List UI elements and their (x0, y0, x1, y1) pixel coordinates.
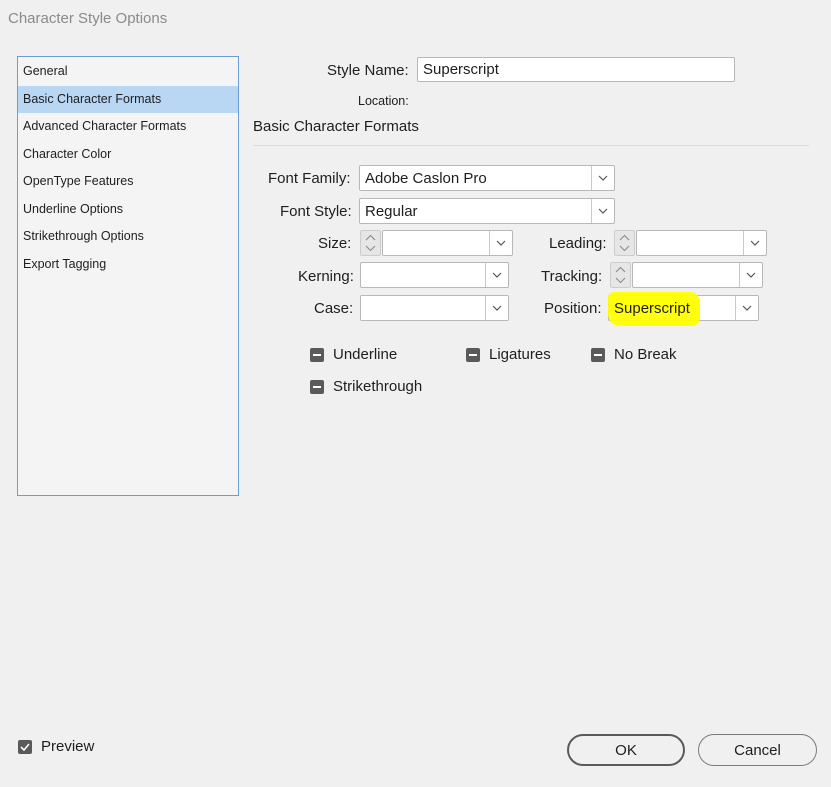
preview-label: Preview (41, 738, 95, 755)
panel-item-basic-character-formats[interactable]: Basic Character Formats (18, 85, 238, 113)
font-family-label: Font Family: (268, 170, 351, 187)
tracking-select[interactable] (632, 262, 763, 288)
tracking-stepper[interactable] (610, 262, 631, 288)
size-stepper[interactable] (360, 230, 381, 256)
strikethrough-checkbox[interactable]: Strikethrough (310, 378, 422, 395)
section-title: Basic Character Formats (253, 118, 419, 135)
chevron-down-icon[interactable] (735, 296, 758, 320)
panel-item-advanced-character-formats[interactable]: Advanced Character Formats (18, 113, 238, 141)
chevron-down-icon[interactable] (489, 231, 512, 255)
leading-stepper[interactable] (614, 230, 635, 256)
position-value: Superscript (614, 300, 690, 317)
leading-select[interactable] (636, 230, 767, 256)
kerning-select[interactable] (360, 262, 509, 288)
section-divider (253, 145, 809, 146)
panel-item-underline-options[interactable]: Underline Options (18, 196, 238, 224)
panel-list: General Basic Character Formats Advanced… (17, 56, 239, 496)
panel-item-strikethrough-options[interactable]: Strikethrough Options (18, 223, 238, 251)
panel-item-export-tagging[interactable]: Export Tagging (18, 251, 238, 279)
size-label: Size: (318, 235, 352, 252)
window-title: Character Style Options (0, 0, 831, 37)
chevron-down-icon[interactable] (591, 199, 614, 223)
mixed-checkbox-icon (310, 379, 324, 394)
location-label: Location: (358, 94, 409, 108)
tracking-label: Tracking: (541, 268, 603, 285)
font-family-value: Adobe Caslon Pro (365, 170, 487, 187)
panel-item-opentype-features[interactable]: OpenType Features (18, 168, 238, 196)
mixed-checkbox-icon (310, 347, 324, 362)
preview-checkbox[interactable]: Preview (18, 738, 94, 755)
case-label: Case: (314, 300, 354, 317)
underline-label: Underline (333, 346, 398, 363)
no-break-checkbox[interactable]: No Break (591, 346, 677, 363)
size-select[interactable] (382, 230, 513, 256)
style-name-input[interactable]: Superscript (417, 57, 735, 82)
leading-label: Leading: (549, 235, 607, 252)
panel-item-character-color[interactable]: Character Color (18, 141, 238, 169)
font-style-label: Font Style: (280, 203, 352, 220)
ok-button[interactable]: OK (567, 734, 685, 766)
kerning-label: Kerning: (298, 268, 354, 285)
no-break-label: No Break (614, 346, 677, 363)
font-style-select[interactable]: Regular (359, 198, 615, 224)
chevron-down-icon[interactable] (591, 166, 614, 190)
font-family-select[interactable]: Adobe Caslon Pro (359, 165, 615, 191)
ligatures-checkbox[interactable]: Ligatures (466, 346, 551, 363)
position-label: Position: (544, 300, 602, 317)
chevron-down-icon[interactable] (743, 231, 766, 255)
style-name-label: Style Name: (327, 62, 409, 79)
cancel-button[interactable]: Cancel (698, 734, 817, 766)
checkmark-icon (18, 739, 32, 754)
mixed-checkbox-icon (466, 347, 480, 362)
chevron-down-icon[interactable] (485, 296, 508, 320)
panel-item-general[interactable]: General (18, 58, 238, 86)
underline-checkbox[interactable]: Underline (310, 346, 397, 363)
ligatures-label: Ligatures (489, 346, 551, 363)
case-select[interactable] (360, 295, 509, 321)
mixed-checkbox-icon (591, 347, 605, 362)
strikethrough-label: Strikethrough (333, 378, 423, 395)
chevron-down-icon[interactable] (485, 263, 508, 287)
chevron-down-icon[interactable] (739, 263, 762, 287)
font-style-value: Regular (365, 203, 418, 220)
position-select[interactable]: Superscript (608, 292, 759, 326)
